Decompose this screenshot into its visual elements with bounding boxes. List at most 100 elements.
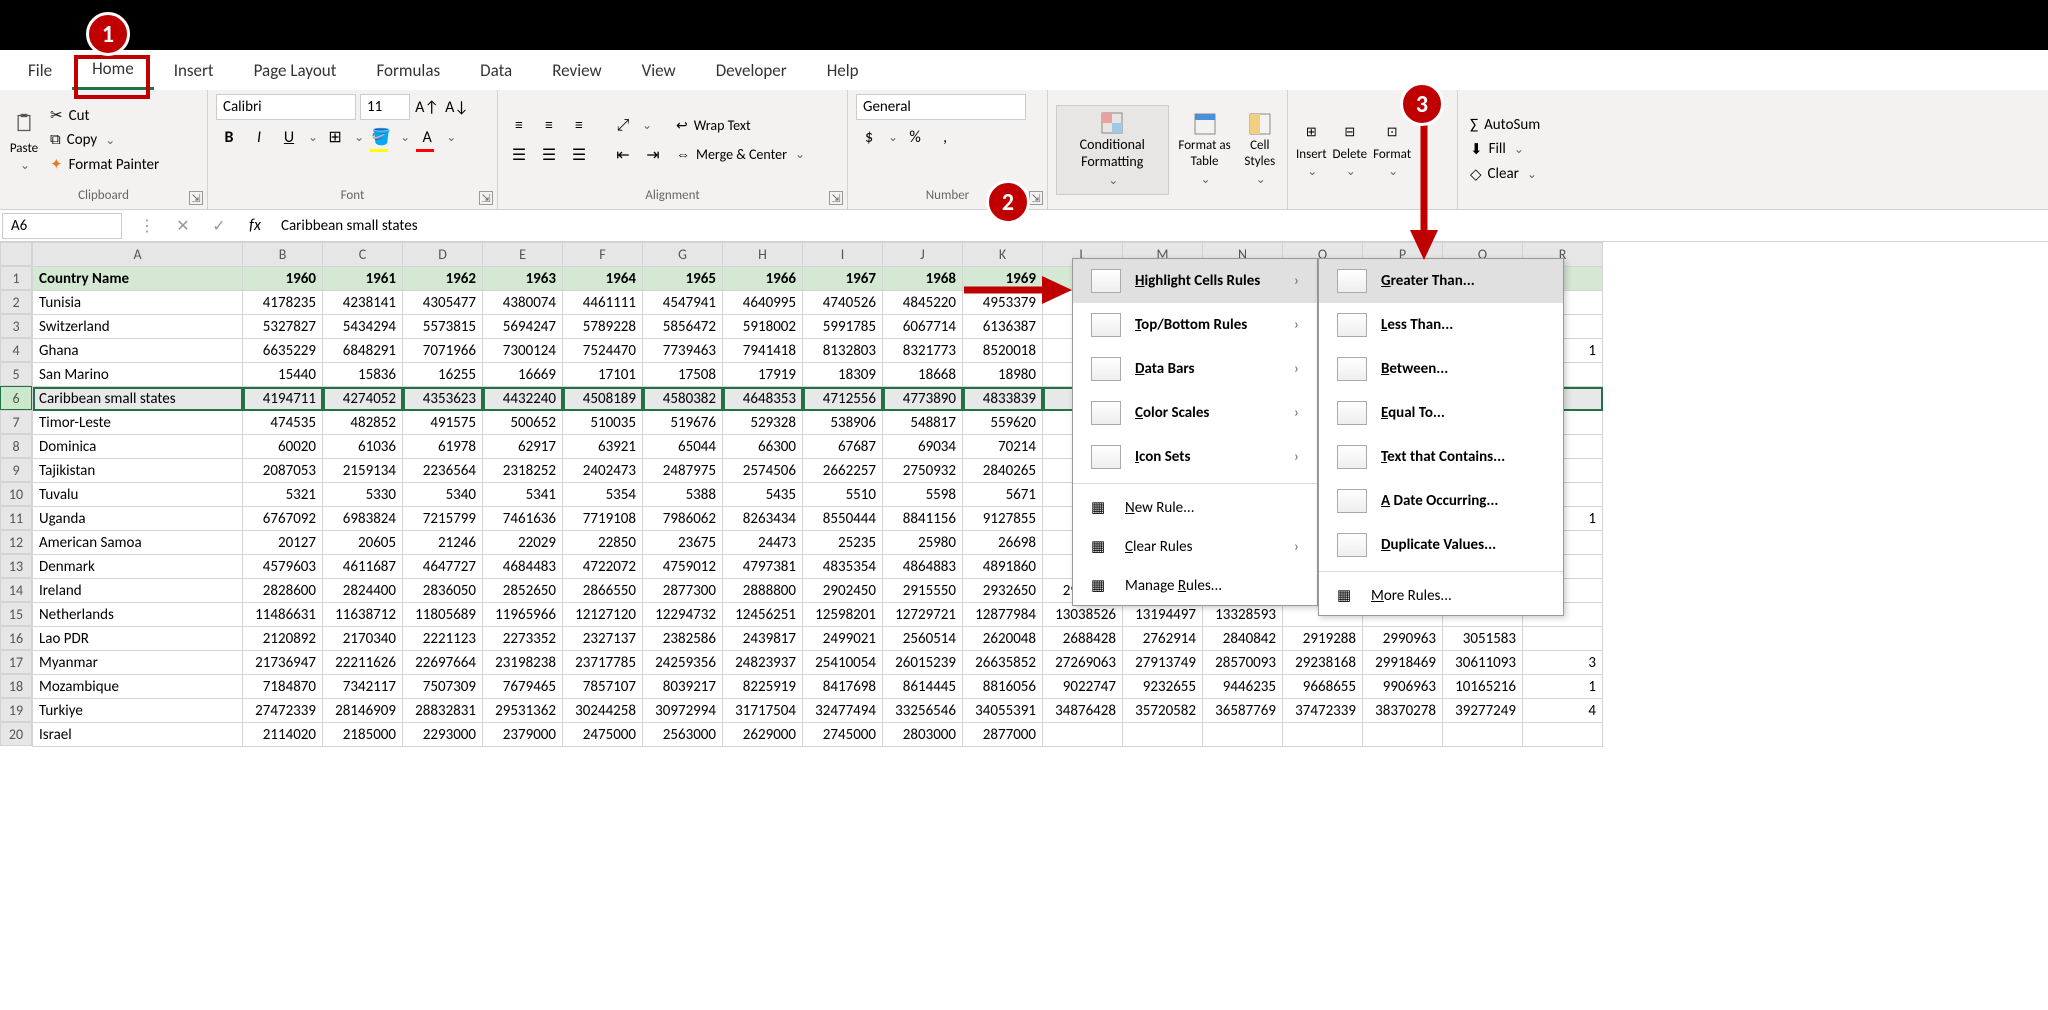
cell[interactable]: 4722072 xyxy=(563,555,643,579)
cell[interactable]: 8321773 xyxy=(883,339,963,363)
cell[interactable]: 2828600 xyxy=(243,579,323,603)
cell[interactable]: 34876428 xyxy=(1043,699,1123,723)
cell[interactable]: 29238168 xyxy=(1283,651,1363,675)
cell[interactable]: 22850 xyxy=(563,531,643,555)
cell[interactable]: 2560514 xyxy=(883,627,963,651)
cell[interactable]: 27472339 xyxy=(243,699,323,723)
cell[interactable]: 37472339 xyxy=(1283,699,1363,723)
cell[interactable]: 5510 xyxy=(803,483,883,507)
cell[interactable]: Mozambique xyxy=(33,675,243,699)
cell[interactable]: 61978 xyxy=(403,435,483,459)
column-header[interactable]: E xyxy=(483,243,563,267)
cell[interactable]: 26015239 xyxy=(883,651,963,675)
cell[interactable]: 2293000 xyxy=(403,723,483,747)
cell[interactable]: 7215799 xyxy=(403,507,483,531)
cell[interactable]: 500652 xyxy=(483,411,563,435)
cell[interactable]: 65044 xyxy=(643,435,723,459)
cell[interactable]: 2563000 xyxy=(643,723,723,747)
column-header[interactable]: I xyxy=(803,243,883,267)
cell[interactable]: 491575 xyxy=(403,411,483,435)
cell[interactable]: 2836050 xyxy=(403,579,483,603)
column-header[interactable]: G xyxy=(643,243,723,267)
cell[interactable]: 5856472 xyxy=(643,315,723,339)
cell[interactable]: 474535 xyxy=(243,411,323,435)
cell[interactable]: 38370278 xyxy=(1363,699,1443,723)
copy-button[interactable]: ⧉Copy⌄ xyxy=(46,129,163,151)
cell[interactable]: 4833839 xyxy=(963,387,1043,411)
cell[interactable]: 4461111 xyxy=(563,291,643,315)
menu-item[interactable]: Between... xyxy=(1319,347,1563,391)
cell[interactable]: 1961 xyxy=(323,267,403,291)
cell[interactable] xyxy=(1283,723,1363,747)
row-header[interactable]: 9 xyxy=(0,458,32,482)
cell[interactable]: 30611093 xyxy=(1443,651,1523,675)
cell[interactable]: 4797381 xyxy=(723,555,803,579)
cell[interactable]: 2185000 xyxy=(323,723,403,747)
cell[interactable]: Caribbean small states xyxy=(33,387,243,411)
cell[interactable]: 5341 xyxy=(483,483,563,507)
cell[interactable]: 23675 xyxy=(643,531,723,555)
cell[interactable]: 2762914 xyxy=(1123,627,1203,651)
cell[interactable]: 7941418 xyxy=(723,339,803,363)
cell[interactable]: 4835354 xyxy=(803,555,883,579)
row-header[interactable]: 10 xyxy=(0,482,32,506)
cell[interactable] xyxy=(1203,723,1283,747)
row-header[interactable]: 14 xyxy=(0,578,32,602)
cell[interactable]: Dominica xyxy=(33,435,243,459)
cell[interactable]: 2877300 xyxy=(643,579,723,603)
bold-button[interactable]: B xyxy=(216,124,242,150)
row-header[interactable]: 13 xyxy=(0,554,32,578)
cell[interactable]: 2877000 xyxy=(963,723,1043,747)
cell[interactable]: 2803000 xyxy=(883,723,963,747)
cell[interactable]: 2379000 xyxy=(483,723,563,747)
cancel-fx-icon[interactable]: ✕ xyxy=(170,213,196,239)
tab-view[interactable]: View xyxy=(622,52,696,89)
cell[interactable]: Myanmar xyxy=(33,651,243,675)
cell[interactable]: 8816056 xyxy=(963,675,1043,699)
cell[interactable]: 9127855 xyxy=(963,507,1043,531)
cell[interactable]: 4178235 xyxy=(243,291,323,315)
cell[interactable]: 11805689 xyxy=(403,603,483,627)
format-as-table-button[interactable]: Format as Table⌄ xyxy=(1175,112,1235,186)
autosum-button[interactable]: ∑AutoSum xyxy=(1466,114,1544,136)
cell[interactable]: 1962 xyxy=(403,267,483,291)
cell[interactable]: 18309 xyxy=(803,363,883,387)
cell[interactable]: 548817 xyxy=(883,411,963,435)
row-header[interactable]: 1 xyxy=(0,266,32,290)
menu-item[interactable]: ▦Manage Rules... xyxy=(1073,566,1317,605)
menu-item[interactable]: ▦More Rules... xyxy=(1319,576,1563,615)
cell[interactable]: 2688428 xyxy=(1043,627,1123,651)
cell[interactable]: 2662257 xyxy=(803,459,883,483)
cell[interactable]: 22029 xyxy=(483,531,563,555)
cell[interactable]: 7461636 xyxy=(483,507,563,531)
cell[interactable]: 35720582 xyxy=(1123,699,1203,723)
cell[interactable]: 1960 xyxy=(243,267,323,291)
tab-page-layout[interactable]: Page Layout xyxy=(234,52,357,89)
cell[interactable]: 4580382 xyxy=(643,387,723,411)
cell[interactable]: 30972994 xyxy=(643,699,723,723)
cell[interactable]: Tajikistan xyxy=(33,459,243,483)
cell[interactable]: 12729721 xyxy=(883,603,963,627)
cell[interactable]: 13328593 xyxy=(1203,603,1283,627)
cell[interactable]: 2902450 xyxy=(803,579,883,603)
cell[interactable]: 28570093 xyxy=(1203,651,1283,675)
cell[interactable]: 21246 xyxy=(403,531,483,555)
cell[interactable]: San Marino xyxy=(33,363,243,387)
cell[interactable]: 12456251 xyxy=(723,603,803,627)
cell[interactable]: 8841156 xyxy=(883,507,963,531)
cell[interactable]: 5991785 xyxy=(803,315,883,339)
cell[interactable]: 12598201 xyxy=(803,603,883,627)
fill-color-button[interactable]: 🪣 xyxy=(368,124,394,150)
cell[interactable]: 8417698 xyxy=(803,675,883,699)
cell[interactable]: 4647727 xyxy=(403,555,483,579)
cell[interactable]: 9022747 xyxy=(1043,675,1123,699)
cell[interactable]: 559620 xyxy=(963,411,1043,435)
number-format-select[interactable] xyxy=(856,94,1026,120)
paste-button[interactable]: Paste ⌄ xyxy=(8,107,40,173)
name-box[interactable] xyxy=(2,213,122,239)
row-header[interactable]: 7 xyxy=(0,410,32,434)
cell[interactable]: 5354 xyxy=(563,483,643,507)
cell[interactable]: 25980 xyxy=(883,531,963,555)
cell[interactable]: Ireland xyxy=(33,579,243,603)
cell[interactable]: 4380074 xyxy=(483,291,563,315)
